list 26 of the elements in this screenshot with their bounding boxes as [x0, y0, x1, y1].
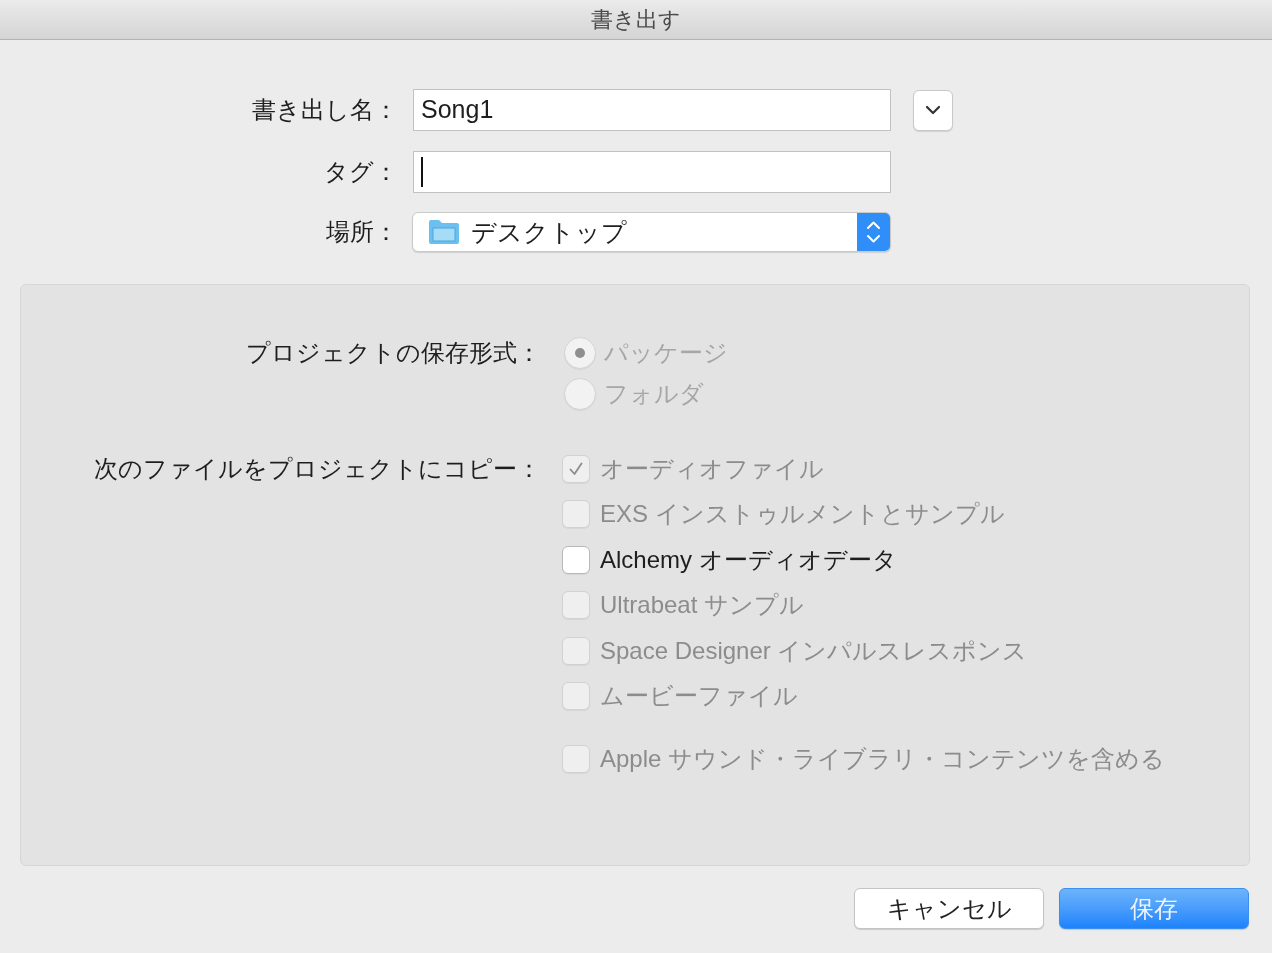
tags-field[interactable]	[413, 151, 891, 193]
folder-icon	[428, 219, 460, 245]
cancel-button[interactable]: キャンセル	[854, 888, 1044, 929]
export-name-field[interactable]: Song1	[413, 89, 891, 131]
up-down-chevron-icon	[857, 213, 890, 251]
checkmark-icon	[568, 460, 584, 477]
chevron-down-icon	[925, 105, 941, 115]
checkbox-label: EXS インストゥルメントとサンプル	[600, 502, 1005, 527]
checkbox-label: Alchemy オーディオデータ	[600, 547, 897, 572]
radio-label: パッケージ	[604, 340, 728, 365]
checkbox-label: Ultrabeat サンプル	[600, 593, 805, 618]
location-popup[interactable]: デスクトップ	[412, 212, 891, 252]
format-label: プロジェクトの保存形式：	[246, 340, 541, 365]
field-label: 書き出し名：	[252, 98, 398, 122]
checkbox-label: ムービーファイル	[600, 684, 798, 709]
window-title: 書き出す	[591, 8, 681, 31]
field-label: 場所：	[326, 220, 398, 244]
radio-label: フォルダ	[604, 381, 704, 406]
checkbox-label: Apple サウンド・ライブラリ・コンテンツを含める	[600, 746, 1166, 771]
copy-label: 次のファイルをプロジェクトにコピー：	[94, 456, 541, 481]
checkbox-label: オーディオファイル	[600, 456, 824, 481]
location-value: デスクトップ	[471, 219, 628, 245]
checkbox[interactable]	[562, 545, 590, 574]
checkbox-label: Space Designer インパルスレスポンス	[600, 638, 1028, 663]
field-label: タグ：	[324, 160, 398, 184]
expand-button[interactable]	[913, 89, 953, 131]
